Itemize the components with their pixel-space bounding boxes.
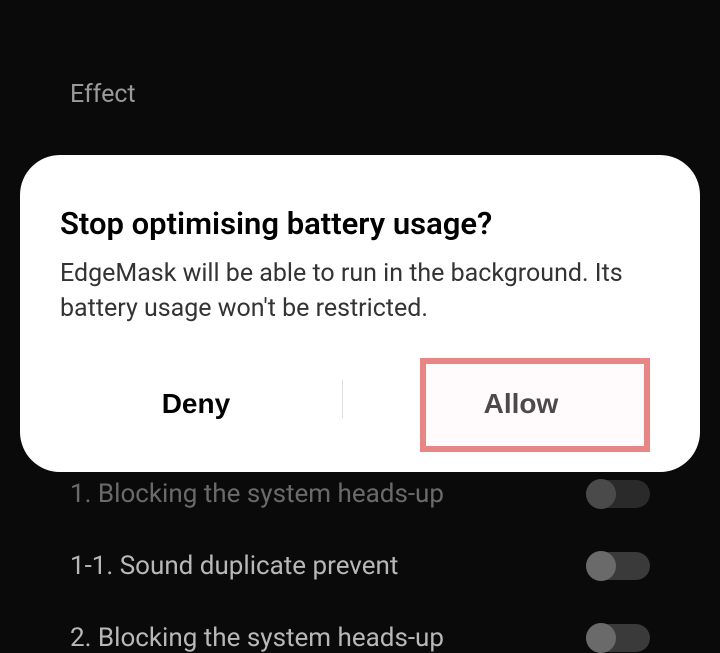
- allow-button[interactable]: Allow: [434, 376, 609, 432]
- toggle-switch[interactable]: [586, 624, 650, 652]
- section-header: Effect: [70, 80, 650, 109]
- setting-row[interactable]: 1-1. Sound duplicate prevent: [70, 551, 650, 581]
- dialog-title: Stop optimising battery usage?: [60, 205, 660, 242]
- setting-row[interactable]: 1. Blocking the system heads-up: [70, 479, 650, 509]
- toggle-switch[interactable]: [586, 480, 650, 508]
- setting-label: 1. Blocking the system heads-up: [70, 479, 444, 509]
- setting-label: 1-1. Sound duplicate prevent: [70, 551, 398, 581]
- dialog-body: EdgeMask will be able to run in the back…: [60, 256, 660, 326]
- toggle-switch[interactable]: [586, 552, 650, 580]
- button-divider: [342, 380, 343, 418]
- deny-button[interactable]: Deny: [112, 376, 280, 432]
- battery-dialog: Stop optimising battery usage? EdgeMask …: [20, 155, 700, 472]
- dialog-button-row: Deny Allow: [60, 376, 660, 432]
